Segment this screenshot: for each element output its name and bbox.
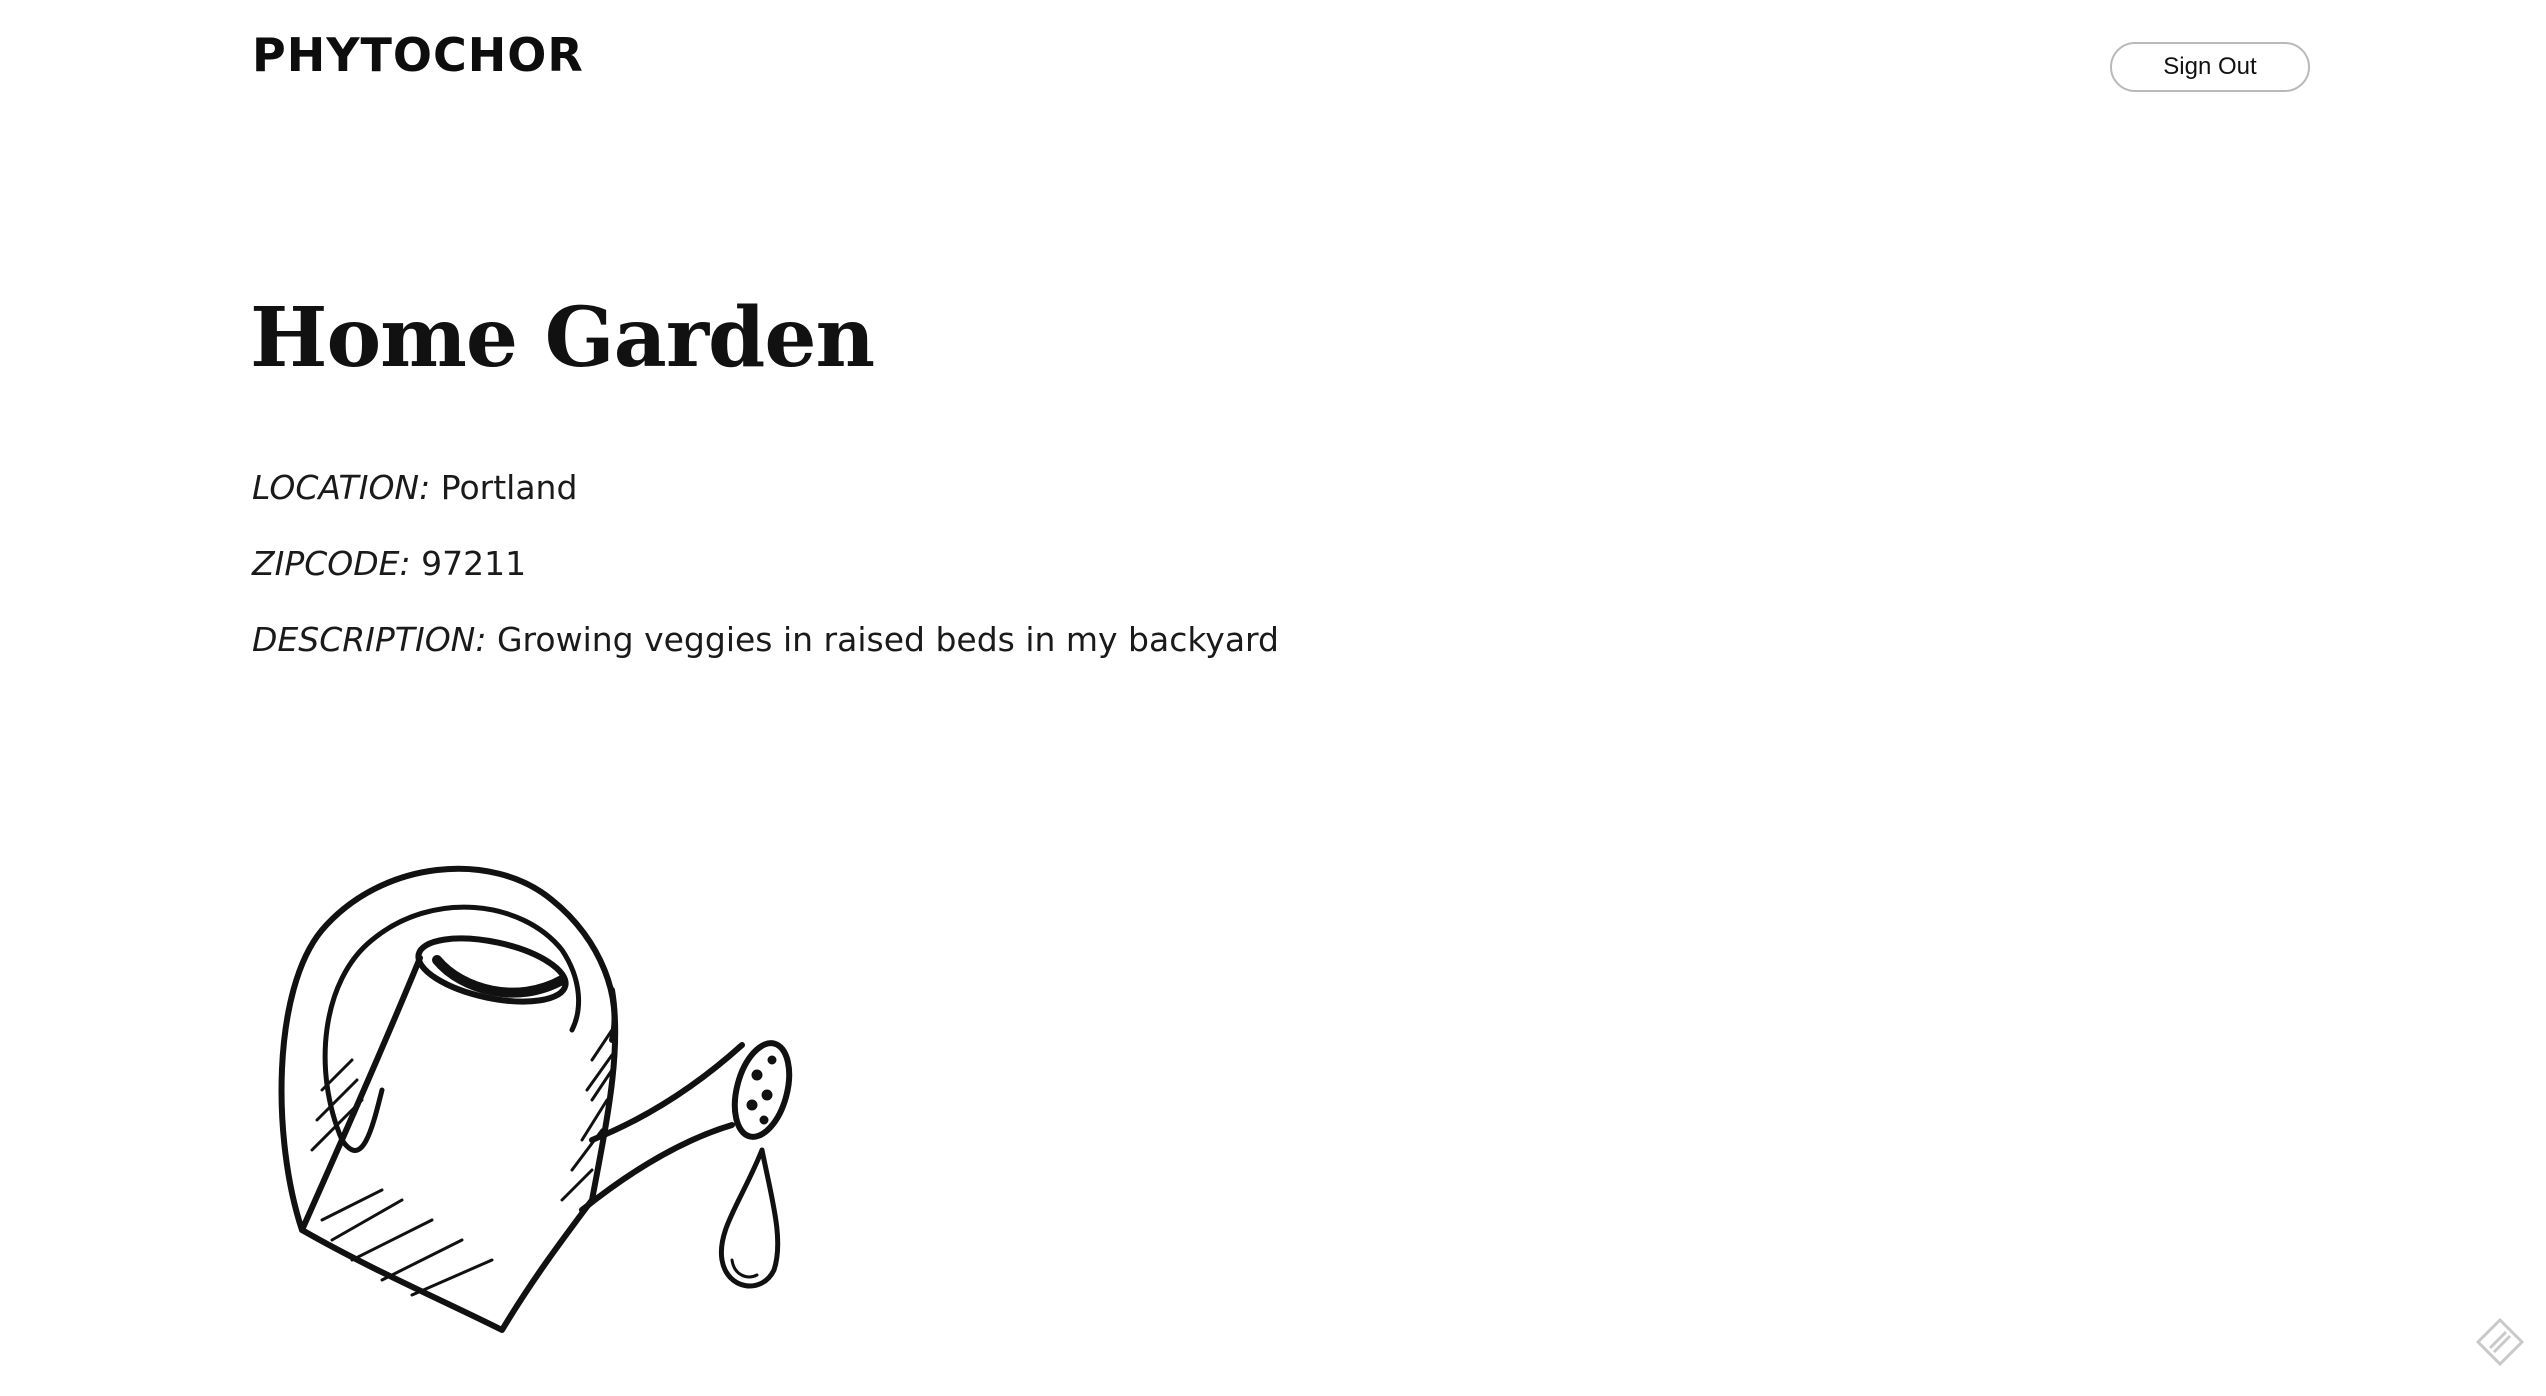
description-label: DESCRIPTION: [252, 620, 487, 659]
description-value: Growing veggies in raised beds in my bac… [496, 620, 1279, 659]
location-row: LOCATION: Portland [252, 468, 577, 507]
location-value: Portland [440, 468, 578, 507]
location-label: LOCATION: [252, 468, 431, 507]
zipcode-value: 97211 [421, 544, 527, 583]
description-row: DESCRIPTION: Growing veggies in raised b… [252, 620, 1279, 659]
sign-out-button[interactable]: Sign Out [2110, 42, 2310, 92]
feedback-icon[interactable] [2474, 1316, 2526, 1368]
page-title: Home Garden [250, 290, 875, 386]
watering-can-icon [278, 865, 793, 1333]
brand-logo[interactable]: PHYTOCHOR [252, 28, 584, 82]
zipcode-label: ZIPCODE: [252, 544, 411, 583]
zipcode-row: ZIPCODE: 97211 [252, 544, 526, 583]
page: PHYTOCHOR Sign Out Home Garden LOCATION:… [0, 0, 2546, 1396]
